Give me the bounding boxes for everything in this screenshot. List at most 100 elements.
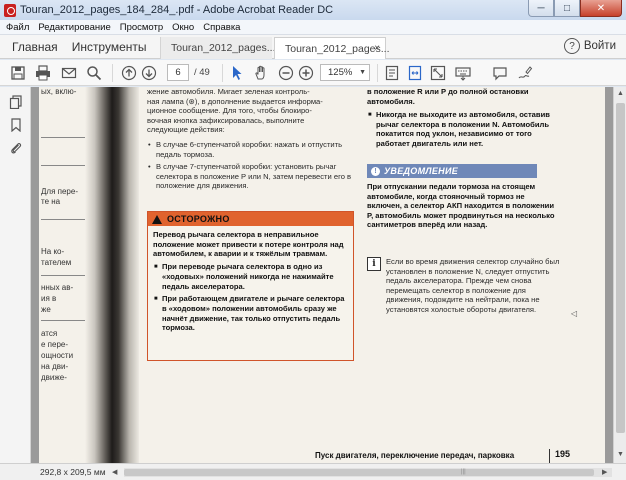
- next-page-icon[interactable]: [141, 65, 157, 81]
- zoom-out-icon[interactable]: [278, 65, 294, 81]
- page-total: / 49: [194, 67, 210, 78]
- zoom-level-value: 125%: [328, 67, 353, 78]
- close-button[interactable]: ✕: [580, 0, 622, 17]
- menu-view[interactable]: Просмотр: [120, 22, 163, 33]
- notice-text: При отпускании педали тормоза на стоящем…: [367, 182, 555, 230]
- toolbar: 6 / 49 125% ▼: [0, 60, 626, 86]
- search-icon[interactable]: [86, 65, 102, 81]
- zoom-level-select[interactable]: 125% ▼: [320, 64, 370, 81]
- window-titlebar: Touran_2012_pages_184_284_.pdf - Adobe A…: [0, 0, 626, 20]
- fragment-line: е пере-: [41, 340, 69, 349]
- fragment-line: на дви-: [41, 362, 69, 371]
- fragment-line: На ко-: [41, 247, 65, 256]
- warning-title: ОСТОРОЖНО: [167, 214, 230, 224]
- document-tab-1[interactable]: Touran_2012_pages...: [160, 37, 276, 59]
- notice-header: ! УВЕДОМЛЕНИЕ: [367, 164, 537, 178]
- text-line: ная лампа (⊛), в дополнение выдается инф…: [147, 96, 323, 106]
- document-viewport[interactable]: ых, вклю- Для пере- те на На ко- тателем…: [31, 87, 613, 463]
- scroll-down-icon[interactable]: ▼: [617, 451, 624, 458]
- warning-box: ОСТОРОЖНО Перевод рычага селектора в неп…: [147, 211, 354, 361]
- menu-window[interactable]: Окно: [172, 22, 194, 33]
- tab-tools[interactable]: Инструменты: [72, 40, 147, 54]
- scroll-right-icon[interactable]: ▶: [602, 468, 607, 476]
- info-icon: i: [367, 257, 381, 271]
- warning-triangle-icon: [152, 214, 162, 224]
- menu-file[interactable]: Файл: [6, 22, 29, 33]
- horizontal-scrollbar[interactable]: |||: [124, 468, 612, 477]
- close-tab-icon[interactable]: ×: [374, 43, 380, 54]
- hand-tool-icon[interactable]: [253, 65, 269, 81]
- collapse-right-pane-icon[interactable]: ◁: [571, 309, 577, 318]
- fit-width-icon[interactable]: [407, 65, 423, 81]
- fragment-line: тателем: [41, 258, 72, 267]
- fragment-line: же: [41, 305, 51, 314]
- keyboard-tool-icon[interactable]: [455, 65, 471, 81]
- document-tab-label: Touran_2012_pages...: [171, 42, 276, 54]
- fragment-line: ия в: [41, 294, 57, 303]
- window-title: Touran_2012_pages_184_284_.pdf - Adobe A…: [20, 4, 334, 16]
- page-number-label: 195: [549, 449, 570, 463]
- attachment-icon[interactable]: [9, 141, 23, 155]
- scroll-left-icon[interactable]: ◀: [112, 468, 117, 476]
- bookmark-icon[interactable]: [9, 118, 23, 133]
- left-column-fragment: ых, вклю- Для пере- те на На ко- тателем…: [39, 87, 85, 463]
- status-bar: 292,8 x 209,5 мм ||| ◀ ▶: [0, 463, 626, 480]
- fragment-line: Для пере-: [41, 187, 78, 196]
- help-icon[interactable]: ?: [564, 38, 580, 54]
- zoom-in-icon[interactable]: [298, 65, 314, 81]
- page-thumbnails-icon[interactable]: [9, 95, 23, 110]
- document-tab-2[interactable]: Touran_2012_pages... ×: [274, 37, 390, 59]
- menu-bar: Файл Редактирование Просмотр Окно Справк…: [0, 20, 626, 35]
- text-line: автомобиля.: [367, 96, 415, 106]
- page-binding-shadow: [85, 87, 139, 463]
- list-item: При переводе рычага селектора в одно из …: [153, 262, 348, 291]
- list-item: В случае 6-ступенчатой коробки: нажать и…: [147, 140, 355, 159]
- pdf-page: ых, вклю- Для пере- те на На ко- тателем…: [39, 87, 605, 463]
- page-size-label: 292,8 x 209,5 мм: [40, 467, 106, 477]
- pen-draw-icon[interactable]: [517, 65, 533, 81]
- chevron-down-icon: ▼: [359, 69, 366, 76]
- text-line: жение автомобиля. Мигает зеленая контрол…: [147, 87, 310, 96]
- window-controls: ─ □ ✕: [528, 0, 622, 17]
- page-number-input[interactable]: 6: [167, 64, 189, 81]
- page-footer-title: Пуск двигателя, переключение передач, па…: [315, 451, 515, 460]
- fragment-line: нных ав-: [41, 283, 74, 292]
- list-item: В случае 7-ступенчатой коробки: установи…: [147, 162, 355, 191]
- text-line: следующие действия:: [147, 125, 225, 135]
- warning-header: ОСТОРОЖНО: [148, 212, 353, 226]
- full-screen-icon[interactable]: [430, 65, 446, 81]
- maximize-button[interactable]: □: [554, 0, 580, 17]
- text-line: в положение R или P до полной остановки: [367, 87, 529, 96]
- list-item: При работающем двигателе и рычаге селект…: [153, 294, 348, 333]
- sign-in-link[interactable]: Войти: [584, 40, 616, 52]
- notice-title: УВЕДОМЛЕНИЕ: [384, 166, 459, 176]
- acrobat-icon: [4, 3, 16, 17]
- text-line: вочная кнопка зафиксировалась, выполните: [147, 115, 305, 125]
- fit-page-icon[interactable]: [384, 65, 400, 81]
- left-navigation-pane: [0, 87, 31, 463]
- menu-edit[interactable]: Редактирование: [38, 22, 110, 33]
- tab-home[interactable]: Главная: [12, 40, 58, 54]
- fragment-line: атся: [41, 329, 58, 338]
- vertical-scroll-thumb[interactable]: [616, 103, 625, 433]
- fragment-line: ощности: [41, 351, 74, 360]
- select-cursor-icon[interactable]: [229, 65, 245, 81]
- middle-column: жение автомобиля. Мигает зеленая контрол…: [147, 87, 355, 194]
- minimize-button[interactable]: ─: [528, 0, 554, 17]
- scroll-up-icon[interactable]: ▲: [617, 90, 624, 97]
- email-icon[interactable]: [61, 65, 77, 81]
- print-icon[interactable]: [35, 65, 51, 81]
- scroll-grip-icon: |||: [461, 469, 466, 475]
- fragment-line: движе-: [41, 373, 67, 382]
- toolbar-separator: [222, 64, 223, 82]
- toolbar-separator: [377, 64, 378, 82]
- notice-icon: !: [371, 166, 380, 176]
- horizontal-scroll-thumb[interactable]: [124, 469, 594, 476]
- warning-body: Перевод рычага селектора в неправильное …: [148, 226, 353, 333]
- save-icon[interactable]: [10, 65, 26, 81]
- previous-page-icon[interactable]: [121, 65, 137, 81]
- list-item: Никогда не выходите из автомобиля, остав…: [367, 110, 557, 148]
- comment-icon[interactable]: [492, 65, 508, 81]
- menu-help[interactable]: Справка: [203, 22, 240, 33]
- vertical-scrollbar[interactable]: ▲ ▼: [613, 87, 626, 463]
